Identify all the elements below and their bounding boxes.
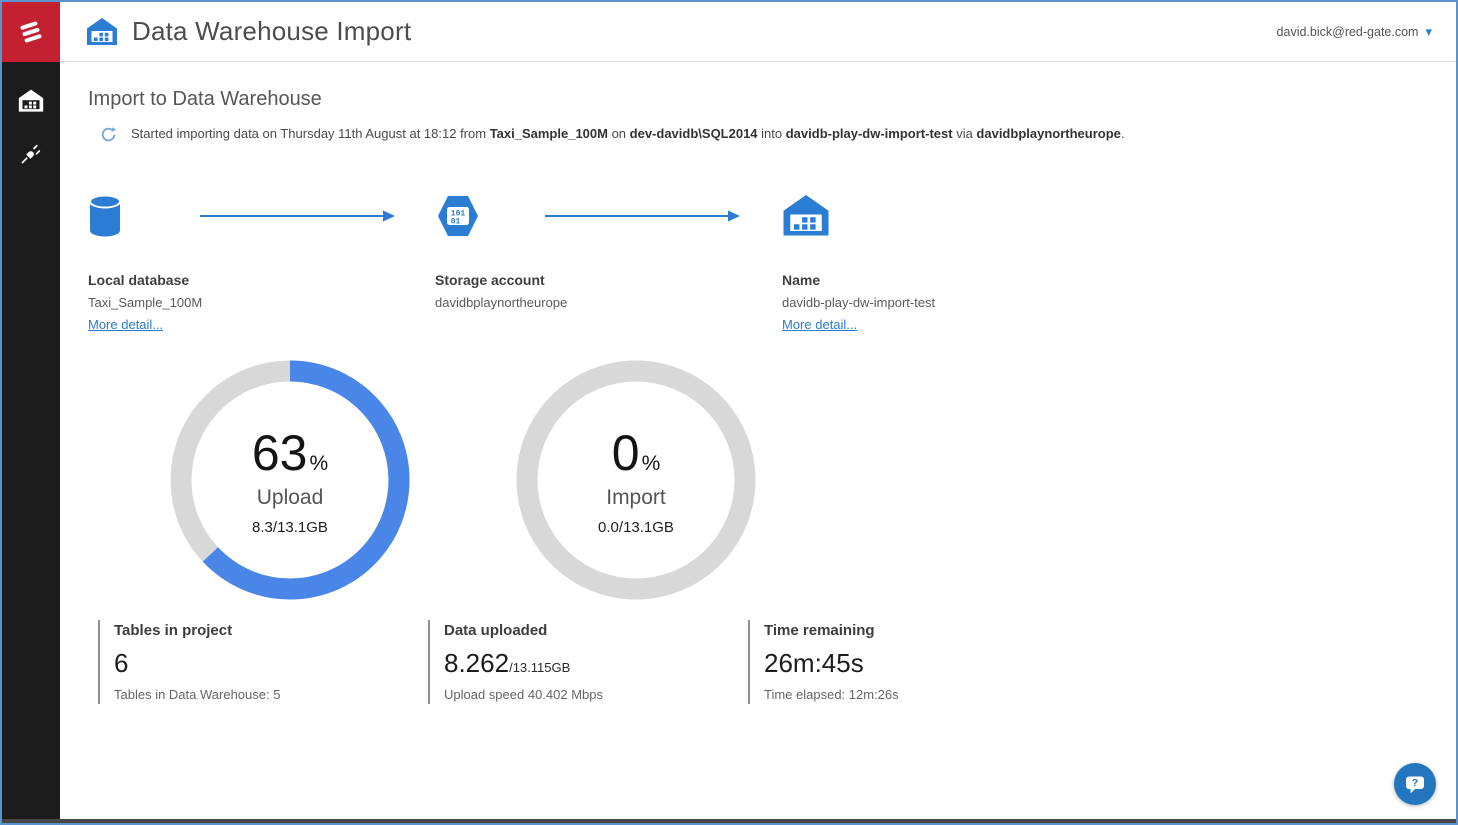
progress-spinner-icon <box>100 126 117 143</box>
status-segment: via <box>953 126 977 141</box>
stat-subtext: Time elapsed: 12m:26s <box>764 687 899 702</box>
redgate-logo-icon <box>16 17 46 47</box>
stat-value: 8.262/13.115GB <box>444 648 748 679</box>
status-segment: into <box>758 126 786 141</box>
flow-step-label: Local database <box>88 272 435 288</box>
window-bottom-edge <box>2 819 1456 823</box>
arrow-right-icon <box>545 210 740 222</box>
progress-rings: 63% Upload 8.3/13.1GB 0% Import 0.0/13.1… <box>170 360 1426 600</box>
import-progress-ring: 0% Import 0.0/13.1GB <box>516 360 756 600</box>
flow-step-value: davidb-play-dw-import-test <box>782 295 935 310</box>
status-source-db: Taxi_Sample_100M <box>490 126 608 141</box>
app-window: Data Warehouse Import david.bick@red-gat… <box>2 2 1456 823</box>
stat-time-remaining: Time remaining 26m:45s Time elapsed: 12m… <box>748 620 899 704</box>
upload-percent: 63% <box>252 424 328 482</box>
status-text: Started importing data on Thursday 11th … <box>131 125 1125 144</box>
arrow-right-icon <box>200 210 395 222</box>
sidebar-item-disconnect[interactable] <box>19 142 43 166</box>
stat-title: Data uploaded <box>444 622 748 639</box>
sidebar-item-warehouse[interactable] <box>18 88 44 114</box>
status-storage: davidbplaynortheurope <box>976 126 1120 141</box>
upload-progress-detail: 8.3/13.1GB <box>252 519 328 536</box>
flow-step-warehouse-name: Name davidb-play-dw-import-test More det… <box>782 186 935 334</box>
flow-step-value: Taxi_Sample_100M <box>88 295 435 310</box>
help-button[interactable]: ? <box>1394 763 1436 805</box>
percent-sign: % <box>642 452 661 475</box>
redgate-logo[interactable] <box>2 2 60 62</box>
flow-step-label: Storage account <box>435 272 782 288</box>
flow-step-label: Name <box>782 272 935 288</box>
more-detail-link[interactable]: More detail... <box>88 317 163 332</box>
stat-value: 26m:45s <box>764 648 899 679</box>
status-target: davidb-play-dw-import-test <box>786 126 953 141</box>
stat-data-uploaded: Data uploaded 8.262/13.115GB Upload spee… <box>428 620 748 704</box>
chevron-down-icon: ▾ <box>1425 25 1432 38</box>
warehouse-icon <box>86 16 118 48</box>
percent-sign: % <box>309 452 328 475</box>
more-detail-link[interactable]: More detail... <box>782 317 857 332</box>
upload-progress-ring: 63% Upload 8.3/13.1GB <box>170 360 410 600</box>
flow-step-local-database: Local database Taxi_Sample_100M More det… <box>88 186 435 334</box>
svg-text:01: 01 <box>451 217 461 226</box>
database-icon <box>88 193 122 239</box>
header: Data Warehouse Import david.bick@red-gat… <box>60 2 1456 62</box>
stat-subtext: Tables in Data Warehouse: 5 <box>114 687 428 702</box>
flow-step-storage-account: 101 01 Storage account davidbplaynortheu… <box>435 186 782 334</box>
warehouse-icon <box>18 88 44 114</box>
disconnect-icon <box>19 142 43 166</box>
import-progress-detail: 0.0/13.1GB <box>598 519 674 536</box>
chat-question-icon: ? <box>1404 773 1426 795</box>
ring-label-upload: Upload <box>257 486 324 510</box>
page-title: Import to Data Warehouse <box>88 88 1426 111</box>
import-status: Started importing data on Thursday 11th … <box>100 125 1426 144</box>
stat-subtext: Upload speed 40.402 Mbps <box>444 687 748 702</box>
stat-title: Time remaining <box>764 622 899 639</box>
stat-value: 6 <box>114 648 428 679</box>
ring-label-import: Import <box>606 486 666 510</box>
stat-title: Tables in project <box>114 622 428 639</box>
status-server: dev-davidb\SQL2014 <box>630 126 758 141</box>
warehouse-icon <box>782 192 830 240</box>
summary-stats: Tables in project 6 Tables in Data Wareh… <box>98 620 1426 730</box>
account-email: david.bick@red-gate.com <box>1277 25 1419 39</box>
account-menu[interactable]: david.bick@red-gate.com ▾ <box>1277 25 1432 39</box>
storage-icon: 101 01 <box>435 193 481 239</box>
app-title: Data Warehouse Import <box>132 16 411 47</box>
status-segment: . <box>1121 126 1125 141</box>
sidebar <box>2 62 60 823</box>
import-percent: 0% <box>612 424 661 482</box>
svg-text:?: ? <box>1412 777 1418 789</box>
import-flow-diagram: Local database Taxi_Sample_100M More det… <box>88 186 1426 334</box>
status-segment: Started importing data on Thursday 11th … <box>131 126 490 141</box>
main-content: Import to Data Warehouse Started importi… <box>60 62 1456 823</box>
stat-tables-in-project: Tables in project 6 Tables in Data Wareh… <box>98 620 428 704</box>
flow-step-value: davidbplaynortheurope <box>435 295 782 310</box>
status-segment: on <box>608 126 630 141</box>
